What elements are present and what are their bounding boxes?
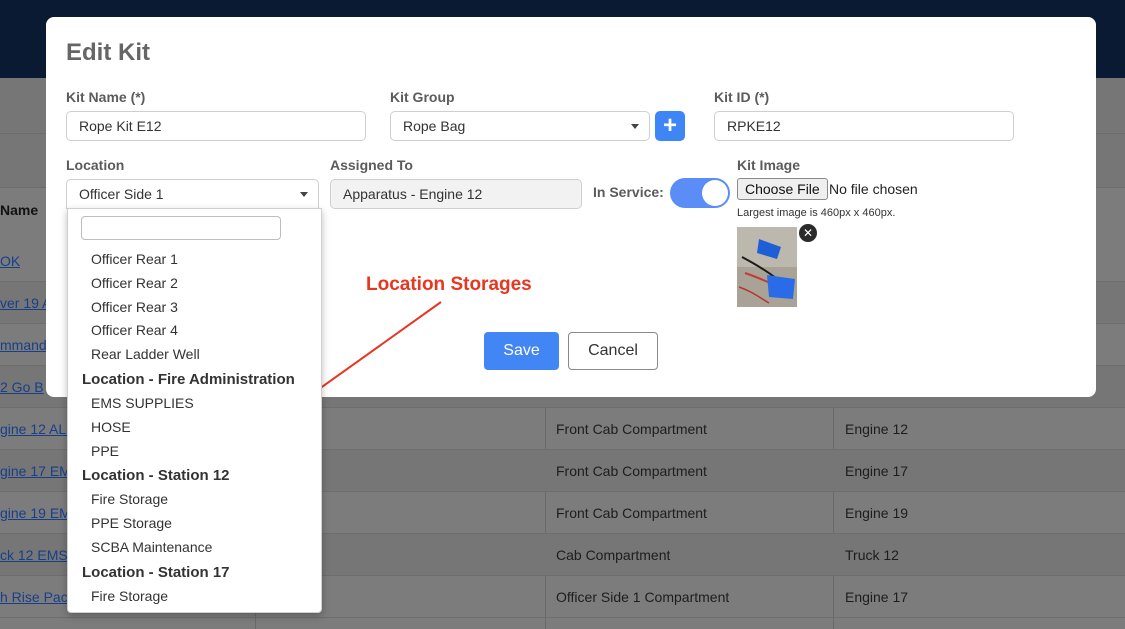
location-value: Officer Side 1	[79, 186, 164, 202]
dropdown-search-input[interactable]	[81, 216, 281, 240]
kit-name-link[interactable]: gine 19 EM	[0, 492, 71, 534]
assigned-to-field: Apparatus - Engine 12	[330, 179, 582, 209]
modal-title: Edit Kit	[66, 39, 150, 66]
storage-cell: Front Cab Compartment	[556, 505, 707, 521]
dropdown-option[interactable]: Officer Rear 2	[68, 272, 321, 296]
location-option-list: Officer Rear 1 Officer Rear 2 Officer Rear…	[68, 248, 321, 609]
chevron-down-icon	[631, 124, 639, 129]
unit-cell: Truck 12	[845, 547, 899, 563]
in-service-label: In Service:	[593, 184, 664, 200]
dropdown-option[interactable]: PPE Storage	[68, 512, 321, 536]
unit-cell: Engine 12	[845, 421, 909, 437]
unit-cell: Engine 17	[845, 589, 909, 605]
storage-cell: Cab Compartment	[556, 547, 671, 563]
dropdown-option[interactable]: Rear Ladder Well	[68, 343, 321, 367]
dropdown-option[interactable]: Officer Rear 4	[68, 319, 321, 343]
unit-cell: Engine 17	[845, 463, 909, 479]
kit-name-link[interactable]: ck 12 EMS	[0, 534, 68, 576]
add-kit-group-button[interactable]: +	[655, 111, 685, 141]
close-icon: ✕	[802, 226, 814, 240]
toggle-knob	[702, 180, 728, 206]
kit-name-link[interactable]: OK	[0, 240, 20, 282]
remove-image-button[interactable]: ✕	[797, 222, 819, 244]
dropdown-group-header: Location - Station 12	[82, 467, 230, 485]
storage-cell: Front Cab Compartment	[556, 421, 707, 437]
location-label: Location	[66, 157, 125, 173]
kit-image-thumbnail	[737, 227, 797, 307]
kit-id-label: Kit ID (*)	[714, 89, 770, 105]
file-status-text: No file chosen	[829, 181, 918, 197]
chevron-down-icon	[300, 192, 308, 197]
choose-file-button[interactable]: Choose File	[737, 178, 828, 200]
dropdown-group-header: Location - Station 17	[82, 563, 230, 581]
dropdown-option[interactable]: Officer Rear 1	[68, 248, 321, 272]
kit-name-link[interactable]: 2 Go B	[0, 366, 44, 408]
kit-group-label: Kit Group	[390, 89, 455, 105]
table-name-header: Name	[0, 202, 39, 218]
storage-cell: Front Cab Compartment	[556, 463, 707, 479]
kit-name-link[interactable]: gine 17 EM	[0, 450, 71, 492]
dropdown-option[interactable]: Officer Rear 3	[68, 296, 321, 320]
plus-icon: +	[662, 112, 677, 139]
storage-cell: Officer Side 1 Compartment	[556, 589, 730, 605]
kit-group-value: Rope Bag	[403, 118, 466, 134]
image-size-hint: Largest image is 460px x 460px.	[737, 207, 896, 219]
save-button[interactable]: Save	[484, 332, 559, 370]
cancel-button[interactable]: Cancel	[568, 332, 658, 370]
kit-group-select[interactable]: Rope Bag	[390, 111, 650, 141]
dropdown-option[interactable]: SCBA Maintenance	[68, 536, 321, 560]
kit-name-link[interactable]: h Rise Pac	[0, 576, 68, 618]
dropdown-option[interactable]: Fire Storage	[68, 488, 321, 512]
annotation-label: Location Storages	[366, 274, 532, 295]
location-select[interactable]: Officer Side 1	[66, 179, 319, 209]
dropdown-option[interactable]: EMS SUPPLIES	[68, 392, 321, 416]
kit-name-input[interactable]: Rope Kit E12	[66, 111, 366, 141]
unit-cell: Engine 19	[845, 505, 909, 521]
dropdown-option[interactable]: Fire Storage	[68, 585, 321, 609]
dropdown-option[interactable]: HOSE	[68, 416, 321, 440]
rope-bag-photo	[737, 227, 797, 307]
in-service-toggle[interactable]	[670, 178, 730, 208]
kit-image-label: Kit Image	[737, 157, 801, 173]
assigned-to-label: Assigned To	[330, 157, 413, 173]
dropdown-option[interactable]: PPE	[68, 440, 321, 464]
kit-name-link[interactable]: ver 19 A	[0, 282, 51, 324]
location-dropdown: Officer Rear 1 Officer Rear 2 Officer Rear…	[67, 208, 322, 613]
kit-name-link[interactable]: mmand	[0, 324, 47, 366]
kit-name-link[interactable]: gine 12 ALS	[0, 408, 76, 450]
kit-name-label: Kit Name (*)	[66, 89, 146, 105]
kit-id-input[interactable]: RPKE12	[714, 111, 1014, 141]
dropdown-group-header: Location - Fire Administration	[82, 370, 295, 388]
